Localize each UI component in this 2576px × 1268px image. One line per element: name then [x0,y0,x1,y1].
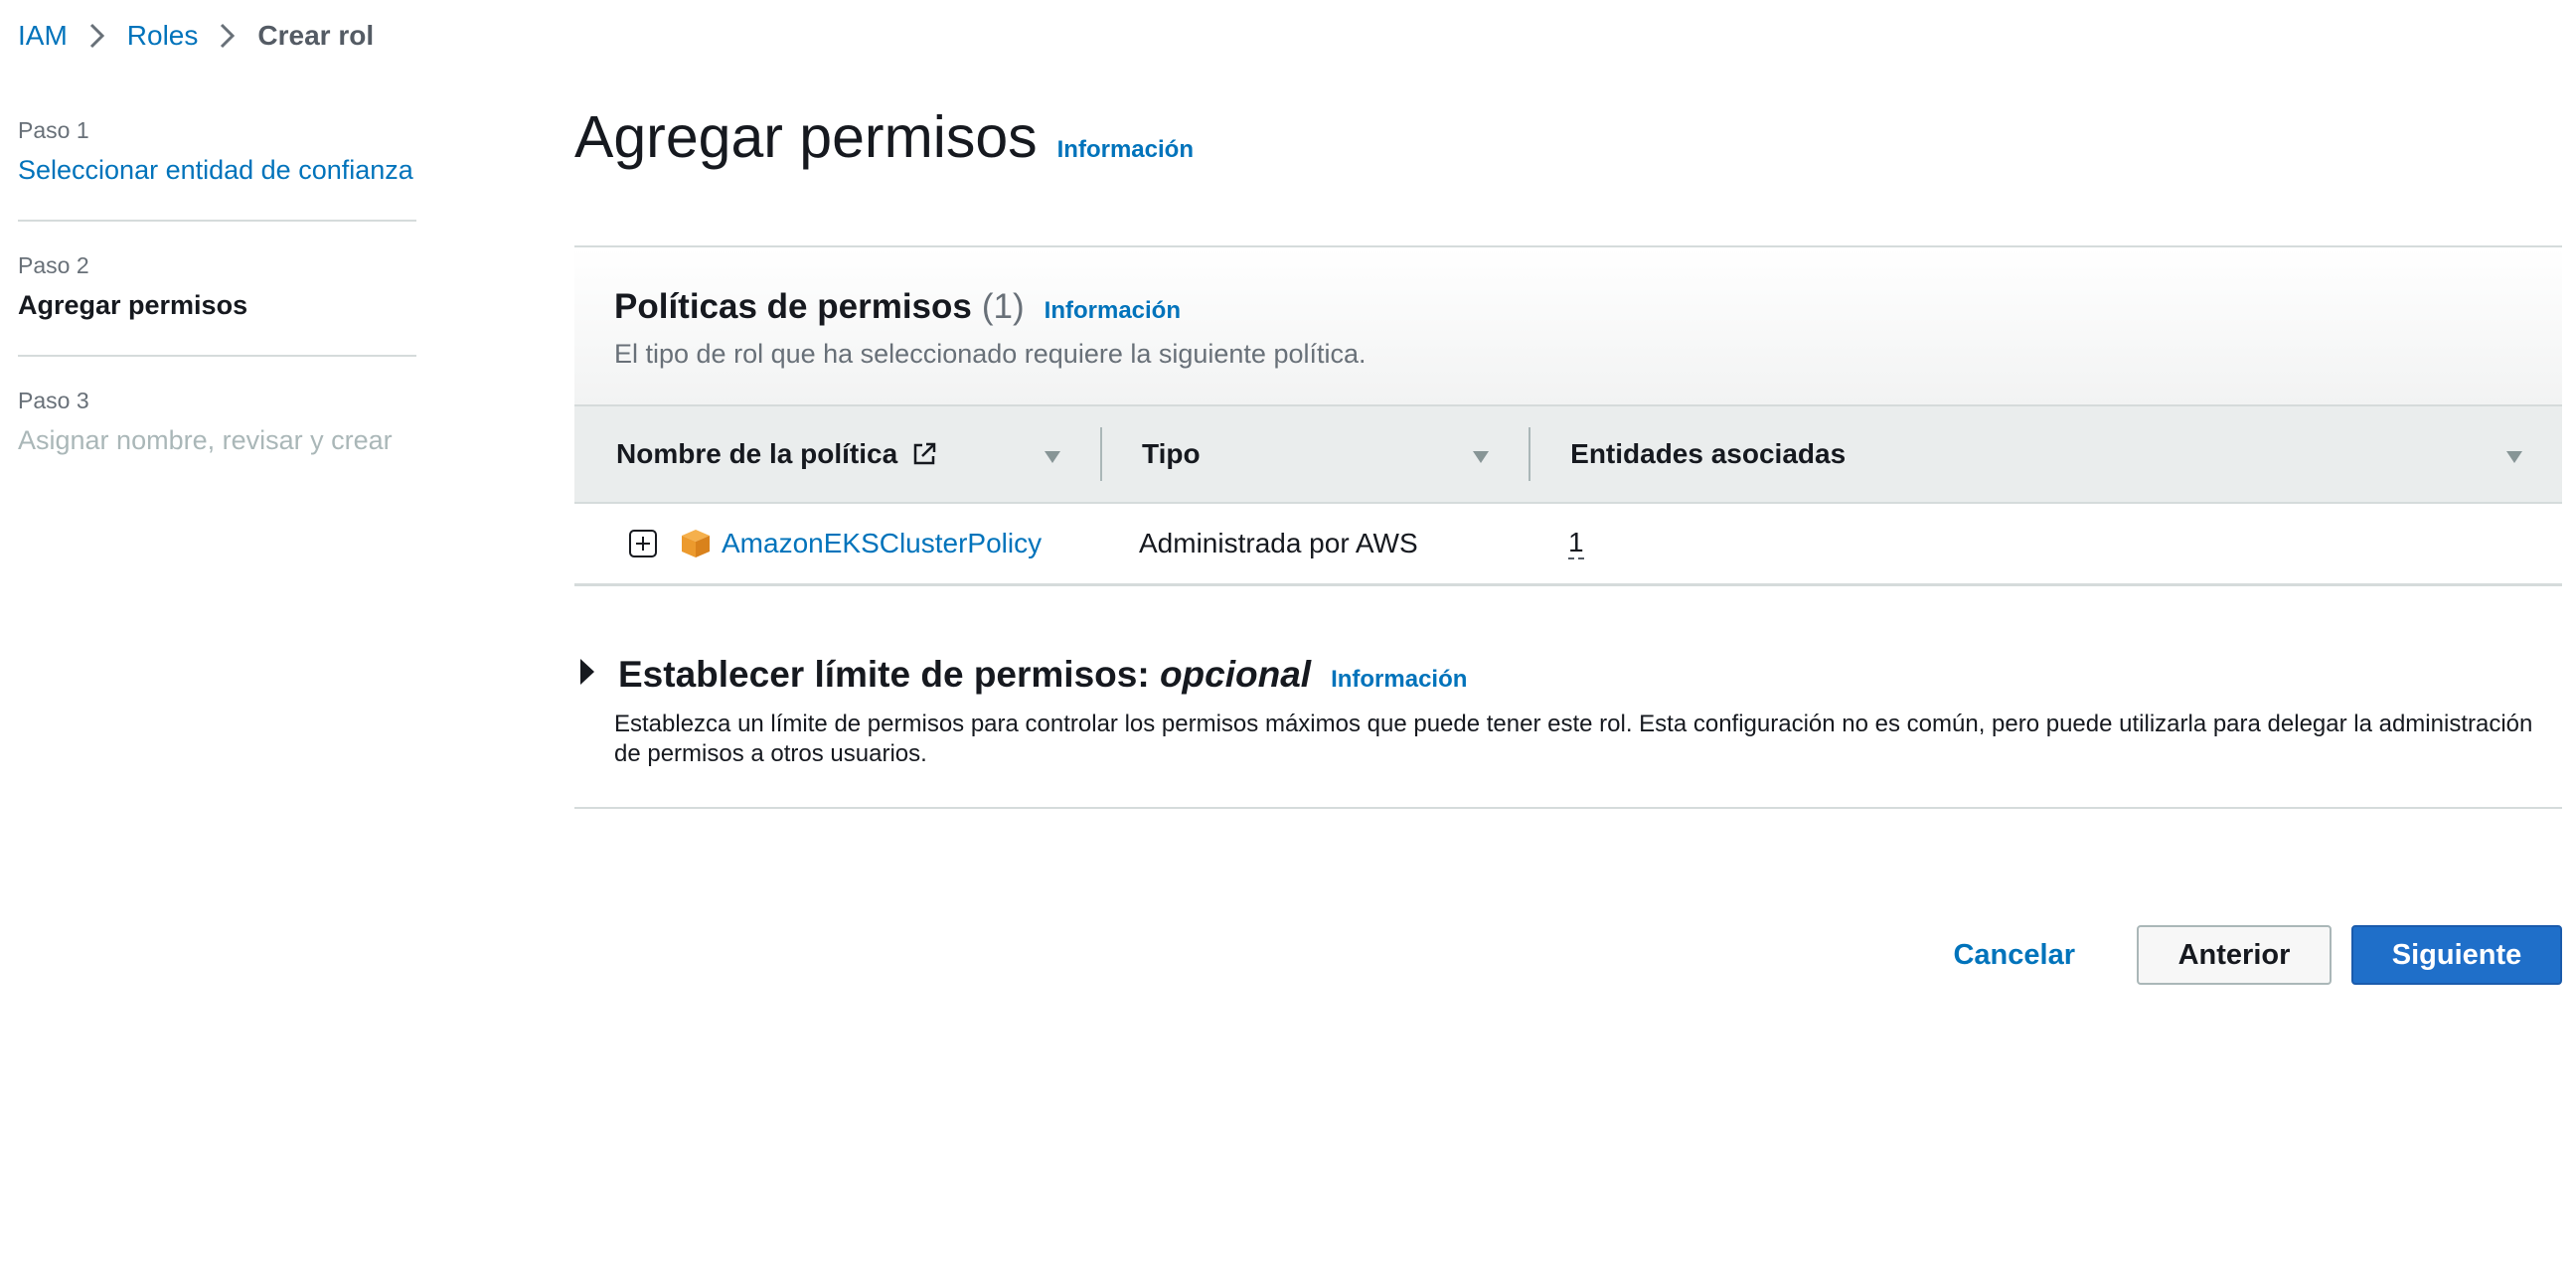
table-row: AmazonEKSClusterPolicy Administrada por … [574,504,2562,586]
aws-managed-policy-icon [680,528,712,559]
permissions-policies-panel: Políticas de permisos (1) Información El… [574,245,2562,586]
breadcrumb: IAM Roles Crear rol [18,20,374,52]
step-3: Paso 3 Asignar nombre, revisar y crear [18,385,416,460]
wizard-actions: Cancelar Anterior Siguiente [1953,925,2562,985]
cancel-button[interactable]: Cancelar [1953,939,2137,972]
step-number: Paso 3 [18,388,89,413]
boundary-description: Establezca un límite de permisos para co… [614,711,2533,767]
breadcrumb-roles[interactable]: Roles [127,20,199,52]
external-link-icon [911,441,937,467]
page-header: Agregar permisos Información [574,103,1194,171]
sort-caret-icon[interactable] [2506,438,2523,470]
column-header-policy-name[interactable]: Nombre de la política [574,406,1100,502]
divider [18,220,416,222]
cell-type: Administrada por AWS [1139,528,1418,558]
cell-entities: 1 [1532,504,2562,583]
page-title: Agregar permisos [574,104,1038,170]
step-2-title: Agregar permisos [18,290,248,320]
previous-button[interactable]: Anterior [2137,925,2332,985]
step-2: Paso 2 Agregar permisos [18,249,416,325]
panel-description: El tipo de rol que ha seleccionado requi… [614,339,1367,369]
column-label: Entidades asociadas [1570,438,1847,469]
step-3-title: Asignar nombre, revisar y crear [18,425,393,455]
table-header: Nombre de la política Tipo Entidades aso… [574,406,2562,504]
permissions-boundary-section: Establecer límite de permisos: opcional … [574,654,2562,809]
step-number: Paso 2 [18,252,89,278]
column-header-entities[interactable]: Entidades asociadas [1530,406,2562,502]
policy-name-link[interactable]: AmazonEKSClusterPolicy [722,528,1042,559]
sort-caret-icon[interactable] [1044,438,1060,470]
column-label: Tipo [1141,438,1201,469]
sort-caret-icon[interactable] [1473,438,1490,470]
step-1: Paso 1 Seleccionar entidad de confianza [18,114,416,190]
info-link[interactable]: Información [1331,666,1467,694]
step-1-link[interactable]: Seleccionar entidad de confianza [18,150,416,190]
boundary-title-text: Establecer límite de permisos: [618,654,1150,695]
column-label: Nombre de la política [616,438,898,469]
breadcrumb-current: Crear rol [257,20,375,51]
step-number: Paso 1 [18,117,89,143]
boundary-title-optional: opcional [1159,654,1312,695]
info-link[interactable]: Información [1045,297,1181,325]
info-link[interactable]: Información [1057,136,1194,164]
boundary-title[interactable]: Establecer límite de permisos: opcional [618,654,1311,696]
cell-policy-name: AmazonEKSClusterPolicy [574,504,1103,583]
chevron-right-icon [220,22,236,50]
chevron-right-icon [89,22,105,50]
next-button[interactable]: Siguiente [2351,925,2562,985]
wizard-steps: Paso 1 Seleccionar entidad de confianza … [18,114,416,460]
breadcrumb-iam[interactable]: IAM [18,20,68,52]
policy-count: (1) [981,287,1025,326]
column-header-type[interactable]: Tipo [1102,406,1529,502]
entities-count[interactable]: 1 [1568,528,1584,559]
panel-title: Políticas de permisos [614,287,972,326]
panel-header: Políticas de permisos (1) Información El… [574,247,2562,406]
divider [18,355,416,357]
caret-right-icon[interactable] [578,657,618,687]
expand-icon[interactable] [628,529,658,558]
